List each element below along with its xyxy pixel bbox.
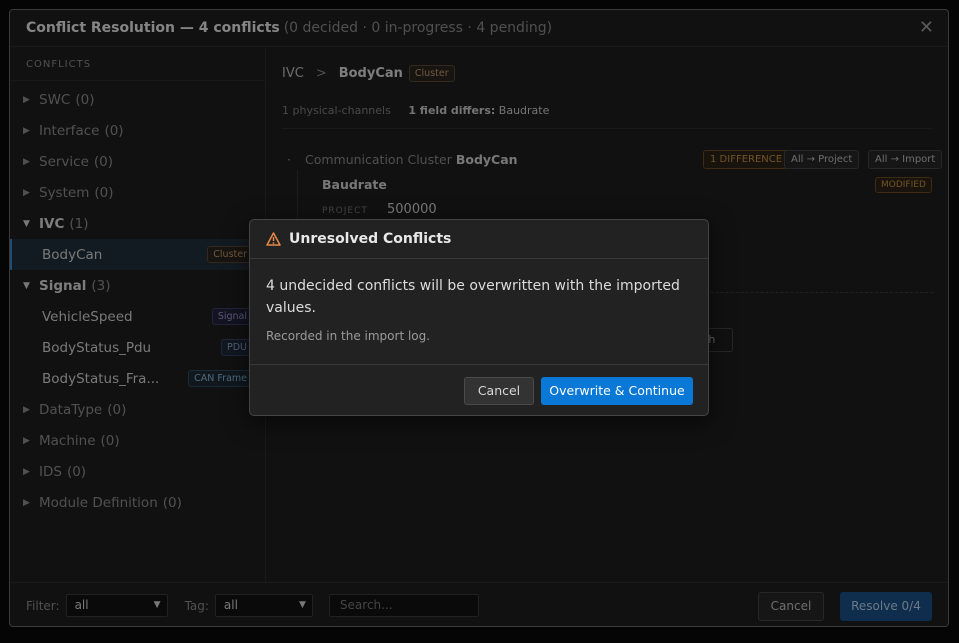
- warning-triangle-icon: [266, 232, 281, 246]
- dialog-title: Unresolved Conflicts: [289, 231, 452, 247]
- dialog-header: Unresolved Conflicts: [250, 220, 708, 259]
- dialog-footer: Cancel Overwrite & Continue: [250, 364, 708, 416]
- dialog-cancel-button[interactable]: Cancel: [464, 377, 534, 405]
- dialog-note: Recorded in the import log.: [266, 329, 431, 343]
- unresolved-conflicts-dialog: Unresolved Conflicts 4 undecided conflic…: [249, 219, 709, 416]
- dialog-message: 4 undecided conflicts will be overwritte…: [266, 278, 680, 316]
- overwrite-continue-button[interactable]: Overwrite & Continue: [541, 377, 693, 405]
